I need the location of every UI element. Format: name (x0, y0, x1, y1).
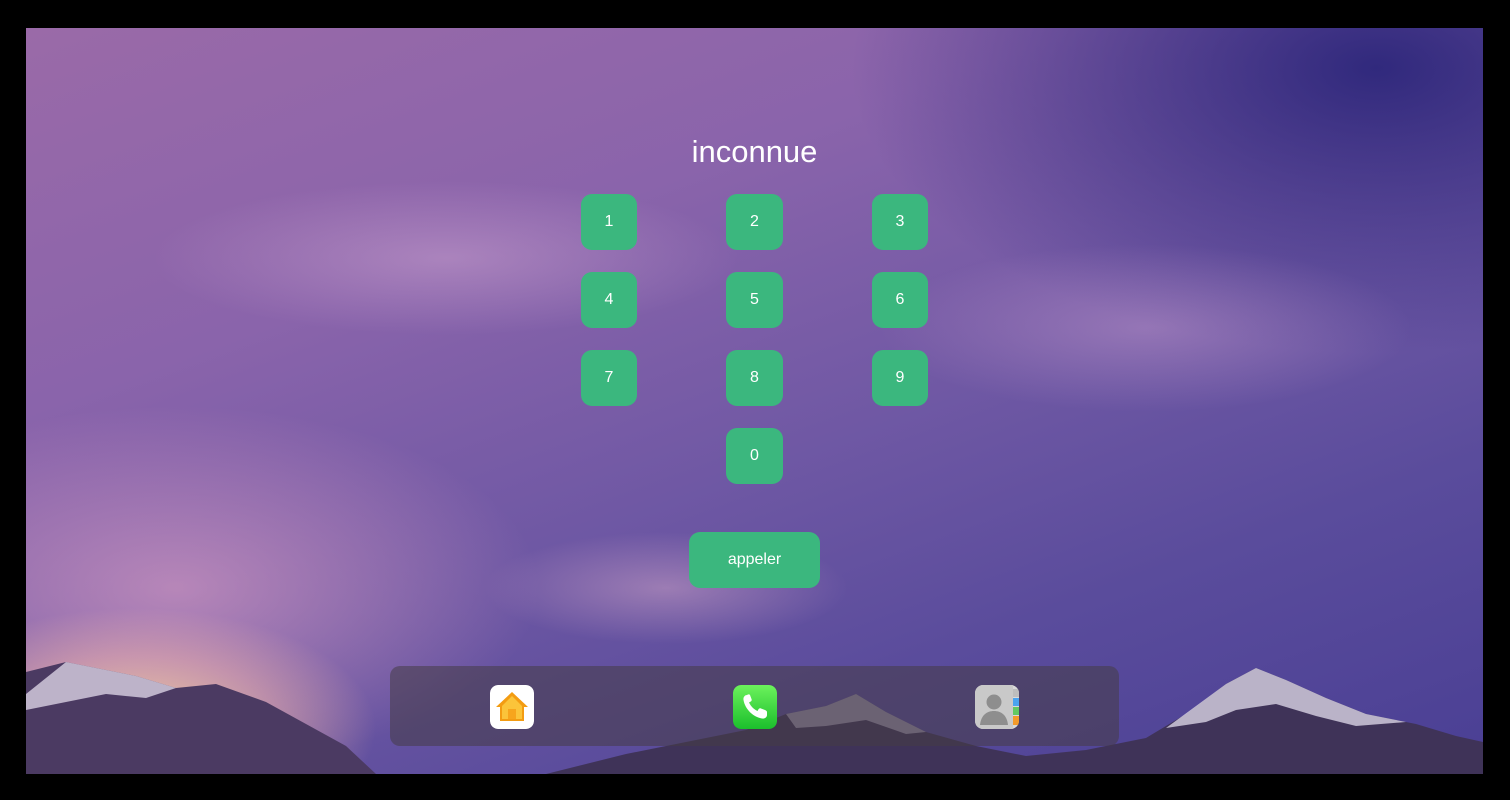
page-title: inconnue (691, 134, 818, 169)
keypad-key-5[interactable]: 5 (726, 272, 783, 328)
keypad-key-8[interactable]: 8 (726, 350, 783, 406)
home-icon[interactable] (490, 685, 534, 729)
dock (390, 666, 1119, 746)
keypad-key-0[interactable]: 0 (726, 428, 783, 484)
phone-icon[interactable] (733, 685, 777, 729)
keypad-key-1[interactable]: 1 (581, 194, 637, 250)
keypad-key-6[interactable]: 6 (872, 272, 928, 328)
keypad-key-7[interactable]: 7 (581, 350, 637, 406)
keypad-key-3[interactable]: 3 (872, 194, 928, 250)
keypad-key-4[interactable]: 4 (581, 272, 637, 328)
contacts-icon[interactable] (975, 685, 1019, 729)
keypad-key-2[interactable]: 2 (726, 194, 783, 250)
phone-screen: inconnue 1 2 3 4 5 6 7 8 9 0 appeler (26, 28, 1483, 774)
keypad-key-9[interactable]: 9 (872, 350, 928, 406)
call-button[interactable]: appeler (689, 532, 820, 588)
